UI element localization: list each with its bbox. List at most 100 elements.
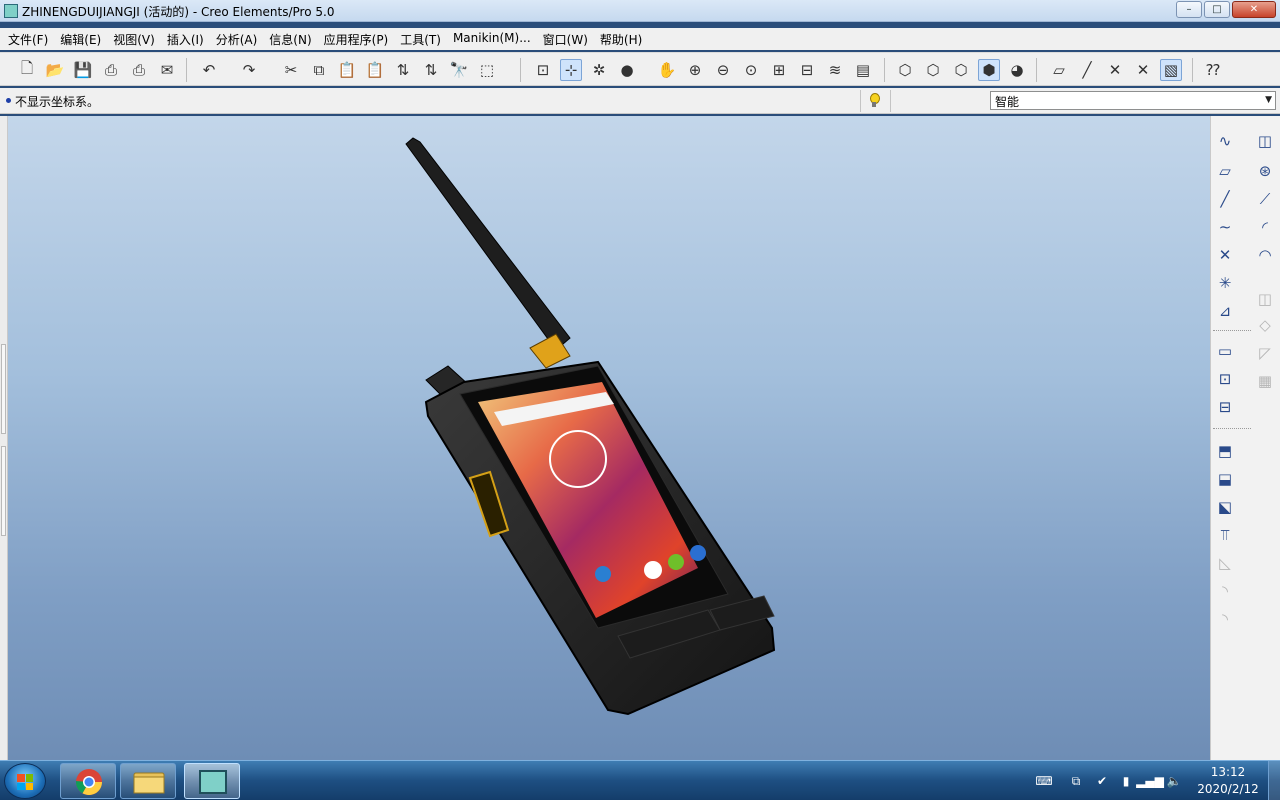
refit-icon[interactable]: ⊙ bbox=[740, 59, 762, 81]
volume-icon[interactable]: 🔈 bbox=[1166, 773, 1182, 789]
datum-points-icon[interactable]: ✕ bbox=[1104, 59, 1126, 81]
solidify-icon[interactable]: ◸ bbox=[1253, 342, 1277, 364]
send-icon[interactable]: ✉ bbox=[156, 59, 178, 81]
pattern-grid-icon[interactable]: ▦ bbox=[1253, 370, 1277, 392]
paste-special-icon[interactable]: 📋 bbox=[364, 59, 386, 81]
offset-icon[interactable]: ◫ bbox=[1253, 288, 1277, 310]
annotations-icon[interactable]: ▧ bbox=[1160, 59, 1182, 81]
system-clock[interactable]: 13:12 2020/2/12 bbox=[1186, 764, 1270, 798]
extrude-icon[interactable]: ⬒ bbox=[1213, 440, 1237, 462]
walkie-talkie-phone-model[interactable] bbox=[405, 137, 776, 716]
saved-views-icon[interactable]: ⊟ bbox=[796, 59, 818, 81]
coordinate-system-icon[interactable]: ✳ bbox=[1213, 272, 1237, 294]
pan-icon[interactable]: ✋ bbox=[656, 59, 678, 81]
menu-view[interactable]: 视图(V) bbox=[107, 28, 161, 50]
boundary-blend-icon[interactable]: ◜ bbox=[1253, 216, 1277, 238]
regenerate-manager-icon[interactable]: ⇅ bbox=[420, 59, 442, 81]
wireframe-icon[interactable]: ⬡ bbox=[894, 59, 916, 81]
round-icon[interactable]: ◝ bbox=[1213, 580, 1237, 602]
datum-axis-icon[interactable]: ╱ bbox=[1213, 188, 1237, 210]
sweep-icon[interactable]: ⬕ bbox=[1213, 496, 1237, 518]
revolve-icon[interactable]: ⬓ bbox=[1213, 468, 1237, 490]
start-button[interactable] bbox=[4, 763, 46, 799]
save-icon[interactable]: 💾 bbox=[72, 59, 94, 81]
style-icon[interactable]: ◫ bbox=[1253, 130, 1277, 152]
model-viewport[interactable] bbox=[8, 116, 1210, 760]
cut-icon[interactable]: ✂ bbox=[280, 59, 302, 81]
no-hidden-icon[interactable]: ⬡ bbox=[950, 59, 972, 81]
explorer-taskbar-button[interactable] bbox=[120, 763, 176, 799]
regenerate-icon[interactable]: ⇅ bbox=[392, 59, 414, 81]
menu-edit[interactable]: 编辑(E) bbox=[54, 28, 107, 50]
print-icon[interactable]: ⎙ bbox=[100, 59, 122, 81]
annotation-feature-icon[interactable]: ⊡ bbox=[1213, 368, 1237, 390]
shading-icon[interactable]: ⬢ bbox=[978, 59, 1000, 81]
redo-icon[interactable]: ↷ bbox=[238, 59, 260, 81]
antivirus-icon[interactable]: ✔ bbox=[1094, 773, 1110, 789]
menu-manikin[interactable]: Manikin(M)... bbox=[447, 28, 537, 50]
chamfer-icon[interactable]: ◝ bbox=[1213, 608, 1237, 630]
creo-taskbar-button[interactable] bbox=[184, 763, 240, 799]
analysis-feature-icon[interactable]: ⊿ bbox=[1213, 300, 1237, 322]
menu-analysis[interactable]: 分析(A) bbox=[210, 28, 264, 50]
navigator-sash[interactable] bbox=[1, 344, 6, 434]
view-manager-icon[interactable]: ▤ bbox=[852, 59, 874, 81]
surface-icon[interactable]: ◠ bbox=[1253, 244, 1277, 266]
zoom-in-icon[interactable]: ⊕ bbox=[684, 59, 706, 81]
sketch-icon[interactable]: ∿ bbox=[1213, 130, 1237, 152]
navigator-sash[interactable] bbox=[1, 446, 6, 536]
toolbar-separator bbox=[1192, 58, 1193, 82]
menu-insert[interactable]: 插入(I) bbox=[161, 28, 210, 50]
keyboard-icon[interactable]: ⌨ bbox=[1035, 773, 1052, 789]
repaint-icon[interactable]: ⊡ bbox=[532, 59, 554, 81]
menu-info[interactable]: 信息(N) bbox=[263, 28, 317, 50]
appearance-icon[interactable]: ● bbox=[616, 59, 638, 81]
spin-center-icon[interactable]: ✲ bbox=[588, 59, 610, 81]
layers-icon[interactable]: ≋ bbox=[824, 59, 846, 81]
thicken-icon[interactable]: ◇ bbox=[1253, 314, 1277, 336]
shared-data-icon[interactable]: ⊟ bbox=[1213, 396, 1237, 418]
menu-tools[interactable]: 工具(T) bbox=[394, 28, 447, 50]
datum-axes-icon[interactable]: ╱ bbox=[1076, 59, 1098, 81]
lightbulb-icon[interactable] bbox=[868, 93, 880, 109]
revolve-tool-icon[interactable]: ⊛ bbox=[1253, 160, 1277, 182]
reorient-icon[interactable]: ⊞ bbox=[768, 59, 790, 81]
menu-help[interactable]: 帮助(H) bbox=[594, 28, 648, 50]
menu-applications[interactable]: 应用程序(P) bbox=[318, 28, 395, 50]
select-box-icon[interactable]: ⬚ bbox=[476, 59, 498, 81]
menu-window[interactable]: 窗口(W) bbox=[537, 28, 594, 50]
show-desktop-button[interactable] bbox=[1268, 761, 1280, 800]
datum-plane-icon[interactable]: ▱ bbox=[1213, 160, 1237, 182]
orient-icon[interactable]: ⊹ bbox=[560, 59, 582, 81]
new-icon[interactable]: 🗋 bbox=[16, 59, 38, 81]
datum-curve-icon[interactable]: ∼ bbox=[1213, 216, 1237, 238]
hidden-line-icon[interactable]: ⬡ bbox=[922, 59, 944, 81]
selection-filter-select[interactable]: 智能 ▼ bbox=[990, 91, 1276, 110]
coordinate-systems-icon[interactable]: ✕ bbox=[1132, 59, 1154, 81]
datum-point-icon[interactable]: ✕ bbox=[1213, 244, 1237, 266]
blend-icon[interactable]: ⫪ bbox=[1213, 524, 1237, 546]
menu-file[interactable]: 文件(F) bbox=[2, 28, 54, 50]
context-help-icon[interactable]: ⁇ bbox=[1202, 59, 1224, 81]
enhanced-realism-icon[interactable]: ◕ bbox=[1006, 59, 1028, 81]
network-adapter-icon[interactable]: ⧉ bbox=[1068, 773, 1084, 789]
datum-planes-icon[interactable]: ▱ bbox=[1048, 59, 1070, 81]
variable-sweep-icon[interactable]: ⟋ bbox=[1253, 188, 1277, 210]
usb-icon[interactable]: ▮ bbox=[1118, 773, 1134, 789]
open-icon[interactable]: 📂 bbox=[44, 59, 66, 81]
close-button[interactable]: ✕ bbox=[1232, 1, 1276, 18]
minimize-button[interactable]: – bbox=[1176, 1, 1202, 18]
chrome-taskbar-button[interactable] bbox=[60, 763, 116, 799]
signal-icon[interactable]: ▂▄▆ bbox=[1136, 773, 1164, 789]
copy-icon[interactable]: ⧉ bbox=[308, 59, 330, 81]
insert-group-icon[interactable]: ▭ bbox=[1213, 340, 1237, 362]
hole-icon[interactable]: ◺ bbox=[1213, 552, 1237, 574]
graphics-window[interactable] bbox=[8, 116, 1210, 760]
find-icon[interactable]: 🔭 bbox=[448, 59, 470, 81]
paste-icon[interactable]: 📋 bbox=[336, 59, 358, 81]
zoom-out-icon[interactable]: ⊖ bbox=[712, 59, 734, 81]
undo-icon[interactable]: ↶ bbox=[198, 59, 220, 81]
print-preview-icon[interactable]: ⎙ bbox=[128, 59, 150, 81]
app-icon-messages bbox=[668, 554, 684, 570]
maximize-button[interactable]: □ bbox=[1204, 1, 1230, 18]
